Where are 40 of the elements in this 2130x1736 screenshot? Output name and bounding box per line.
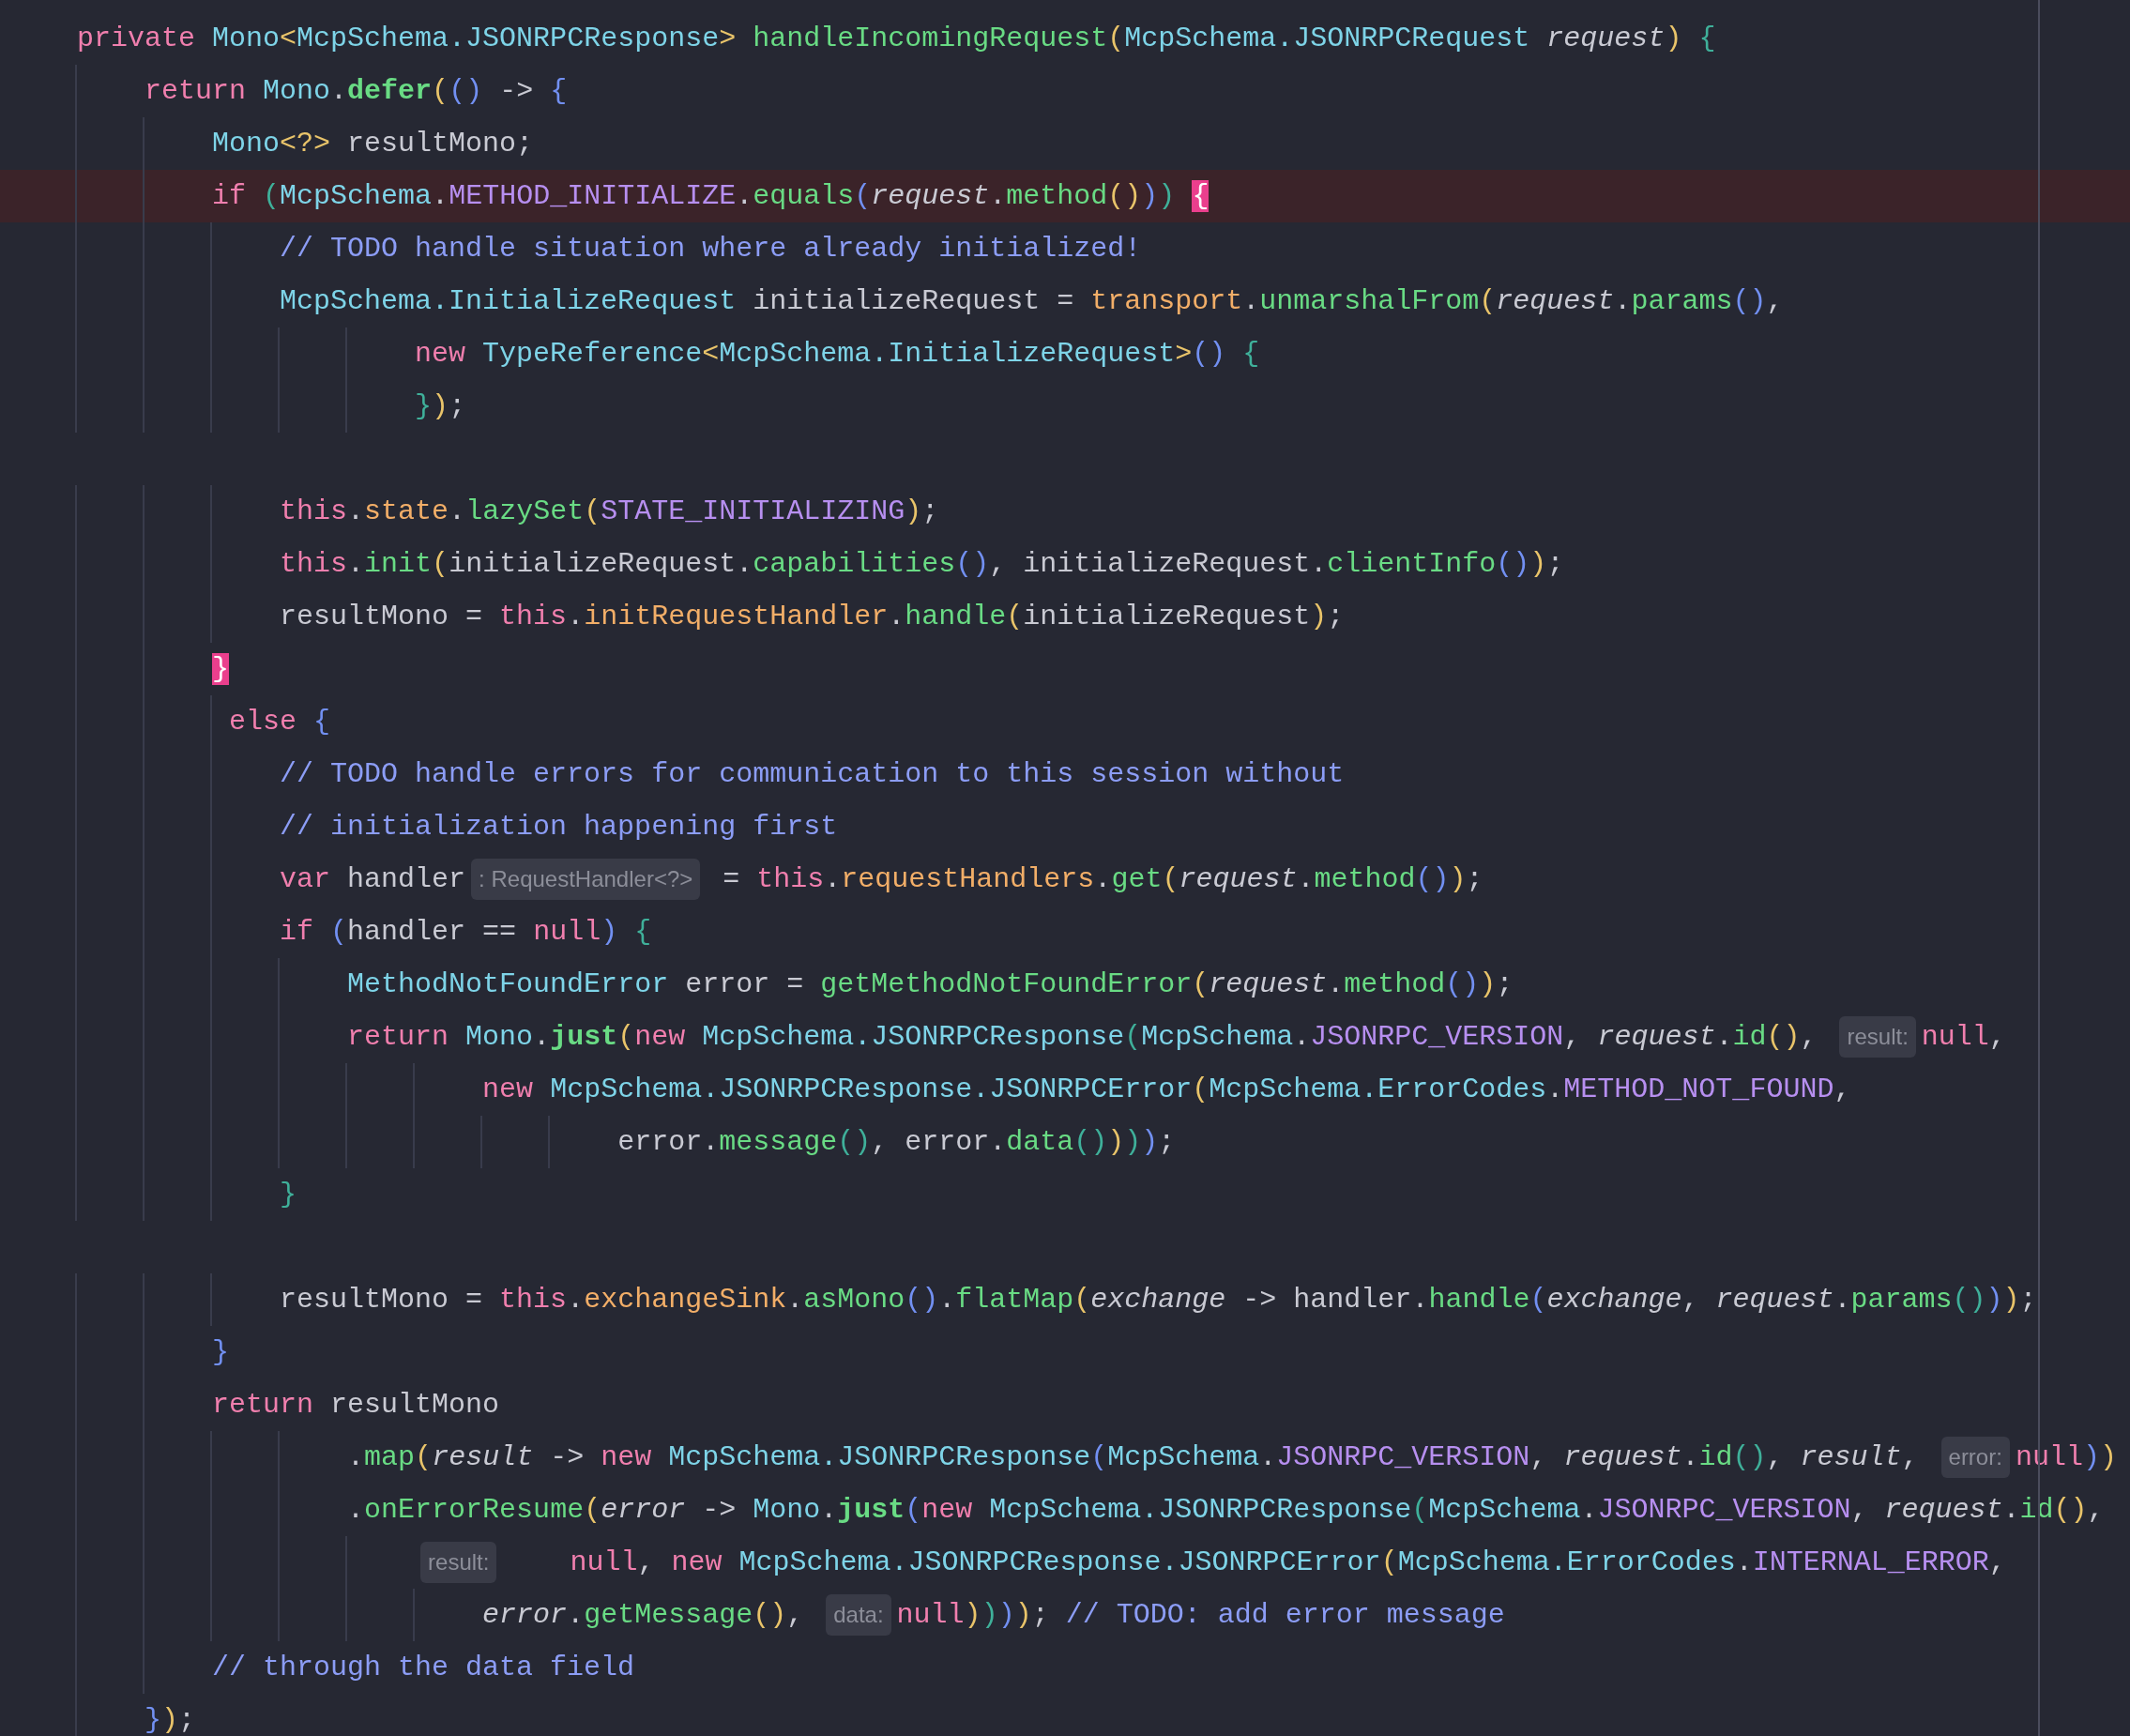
code-text: return Mono.defer(() -> { bbox=[145, 74, 568, 109]
inlay-hint: result: bbox=[420, 1542, 497, 1583]
code-text: // TODO handle situation where already initialized! bbox=[280, 232, 1142, 266]
inlay-hint: result: bbox=[1839, 1016, 1916, 1058]
code-text: .onErrorResume(error -> Mono.just(new McpSchema.JSONRPCResponse(McpSchema.JSONRPC_VERSION, request.id(), bbox=[347, 1493, 2105, 1528]
code-text: MethodNotFoundError error = getMethodNotFoundError(request.method()); bbox=[347, 967, 1514, 1002]
code-text: McpSchema.InitializeRequest initializeRequest = transport.unmarshalFrom(request.params(), bbox=[280, 284, 1784, 319]
code-text: if (McpSchema.METHOD_INITIALIZE.equals(request.method())) { bbox=[212, 179, 1210, 214]
code-text: else { bbox=[229, 705, 331, 739]
code-text: resultMono = this.exchangeSink.asMono().flatMap(exchange -> handler.handle(exchange, request.params())); bbox=[280, 1283, 2037, 1317]
code-text: error.message(), error.data()))); bbox=[617, 1125, 1176, 1160]
code-text: null, new McpSchema.JSONRPCResponse.JSONRPCError(McpSchema.ErrorCodes.INTERNAL_ERROR, bbox=[569, 1546, 2006, 1580]
code-text: = this.requestHandlers.get(request.method()); bbox=[722, 862, 1483, 897]
code-text: this.init(initializeRequest.capabilities(), initializeRequest.clientInfo()); bbox=[280, 547, 1564, 582]
code-text: null, bbox=[1921, 1020, 2006, 1055]
code-text: } bbox=[212, 652, 230, 687]
code-text: }); bbox=[415, 389, 466, 424]
code-text: Mono<?> resultMono; bbox=[212, 127, 534, 161]
code-text: private Mono<McpSchema.JSONRPCResponse> handleIncomingRequest(McpSchema.JSONRPCRequest request) { bbox=[77, 22, 1716, 56]
code-text: null)) bbox=[2015, 1440, 2117, 1475]
code-text: new TypeReference<McpSchema.InitializeRequest>() { bbox=[415, 337, 1260, 372]
code-text: null)))); // TODO: add error message bbox=[896, 1598, 1505, 1633]
code-text: var handler bbox=[280, 862, 466, 897]
code-text: // TODO handle errors for communication to this session without bbox=[280, 757, 1345, 792]
code-text: new McpSchema.JSONRPCResponse.JSONRPCError(McpSchema.ErrorCodes.METHOD_NOT_FOUND, bbox=[482, 1073, 1851, 1107]
code-text: error.getMessage(), bbox=[482, 1598, 805, 1633]
code-text: if (handler == null) { bbox=[280, 915, 652, 950]
code-text: } bbox=[280, 1178, 297, 1212]
inlay-hint: data: bbox=[826, 1594, 891, 1636]
code-text: this.state.lazySet(STATE_INITIALIZING); bbox=[280, 495, 939, 529]
code-text: // through the data field bbox=[212, 1651, 635, 1685]
code-text: return resultMono bbox=[212, 1388, 500, 1423]
inlay-hint: error: bbox=[1940, 1437, 2010, 1478]
code-text: return Mono.just(new McpSchema.JSONRPCResponse(McpSchema.JSONRPC_VERSION, request.id(), bbox=[347, 1020, 1818, 1055]
code-text: resultMono = this.initRequestHandler.handle(initializeRequest); bbox=[280, 600, 1345, 634]
code-text: } bbox=[212, 1335, 230, 1370]
inlay-hint: : RequestHandler<?> bbox=[471, 859, 701, 900]
code-text: // initialization happening first bbox=[280, 810, 838, 845]
code-text: }); bbox=[145, 1703, 196, 1736]
code-text: .map(result -> new McpSchema.JSONRPCResponse(McpSchema.JSONRPC_VERSION, request.id(), result, bbox=[347, 1440, 1920, 1475]
